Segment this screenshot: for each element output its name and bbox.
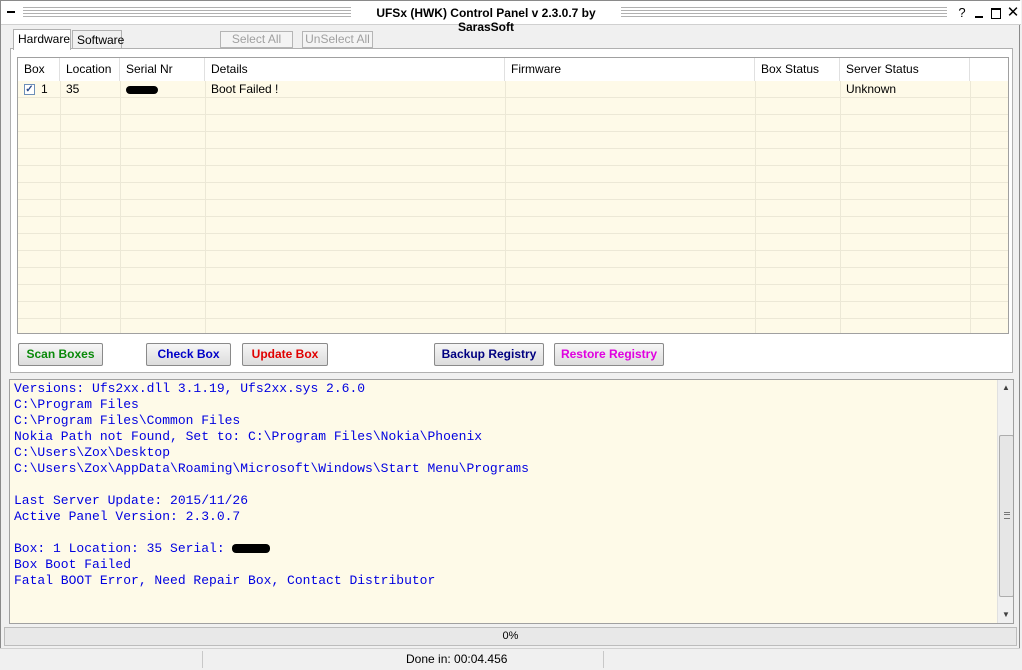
cell-details: Boot Failed ! <box>211 82 279 96</box>
maximize-icon[interactable] <box>988 5 1004 21</box>
log-line: Fatal BOOT Error, Need Repair Box, Conta… <box>14 573 436 588</box>
update-box-button[interactable]: Update Box <box>242 343 328 366</box>
select-all-button[interactable]: Select All <box>220 31 293 48</box>
scan-boxes-button[interactable]: Scan Boxes <box>18 343 103 366</box>
progress-bar: 0% <box>4 627 1017 646</box>
title-stripes-right <box>621 7 947 19</box>
column-header-serial[interactable]: Serial Nr <box>120 58 205 81</box>
redacted-serial <box>232 544 271 554</box>
minimize-icon[interactable] <box>971 5 987 21</box>
empty-row <box>18 200 1008 217</box>
log-line: C:\Users\Zox\Desktop <box>14 445 171 460</box>
scroll-down-icon[interactable]: ▼ <box>998 607 1013 623</box>
log-line: Active Panel Version: 2.3.0.7 <box>14 509 241 524</box>
column-header-firmware[interactable]: Firmware <box>505 58 755 81</box>
system-menu-icon[interactable] <box>6 7 16 17</box>
status-bar: Done in: 00:04.456 <box>0 648 1020 669</box>
log-line: C:\Program Files\Common Files <box>14 413 241 428</box>
column-header-box[interactable]: Box <box>18 58 60 81</box>
log-line: Nokia Path not Found, Set to: C:\Program… <box>14 429 483 444</box>
backup-registry-button[interactable]: Backup Registry <box>434 343 544 366</box>
cell-box: 1 <box>41 82 48 96</box>
scroll-grip-icon <box>1004 512 1010 519</box>
empty-row <box>18 217 1008 234</box>
log-line: C:\Users\Zox\AppData\Roaming\Microsoft\W… <box>14 461 529 476</box>
column-header-location[interactable]: Location <box>60 58 120 81</box>
redacted-serial <box>126 85 158 94</box>
log-line: Box Boot Failed <box>14 557 132 572</box>
help-icon[interactable]: ? <box>954 5 970 21</box>
empty-row <box>18 183 1008 200</box>
empty-row <box>18 302 1008 319</box>
window-title: UFSx (HWK) Control Panel v 2.3.0.7 by Sa… <box>376 6 596 34</box>
scroll-thumb[interactable] <box>999 435 1013 597</box>
box-grid[interactable]: Box Location Serial Nr Details Firmware … <box>17 57 1009 334</box>
progress-label: 0% <box>502 630 519 642</box>
empty-row <box>18 319 1008 333</box>
empty-row <box>18 115 1008 132</box>
empty-row <box>18 251 1008 268</box>
cell-firmware <box>505 81 511 98</box>
log-scrollbar[interactable]: ▲ ▼ <box>997 380 1013 623</box>
empty-row <box>18 234 1008 251</box>
cell-box-status <box>755 81 761 98</box>
title-stripes-left <box>23 7 351 19</box>
empty-row <box>18 132 1008 149</box>
empty-row <box>18 268 1008 285</box>
tab-hardware[interactable]: Hardware <box>13 29 71 50</box>
unselect-all-button[interactable]: UnSelect All <box>302 31 373 48</box>
status-text: Done in: 00:04.456 <box>406 652 508 666</box>
row-checkbox[interactable]: ✓ <box>24 84 35 95</box>
status-divider <box>603 651 604 668</box>
column-header-details[interactable]: Details <box>205 58 505 81</box>
log-line: C:\Program Files <box>14 397 139 412</box>
empty-row <box>18 149 1008 166</box>
cell-location: 35 <box>66 82 80 96</box>
status-divider <box>202 651 203 668</box>
log-line: Box: 1 Location: 35 Serial: <box>14 541 529 557</box>
restore-registry-button[interactable]: Restore Registry <box>554 343 664 366</box>
grid-header: Box Location Serial Nr Details Firmware … <box>18 58 1008 82</box>
grid-body: ✓ 1 35 Boot Failed ! Unknown <box>18 81 1008 333</box>
log-output[interactable]: Versions: Ufs2xx.dll 3.1.19, Ufs2xx.sys … <box>9 379 1014 624</box>
tab-software[interactable]: Software <box>72 30 124 49</box>
title-bar[interactable]: UFSx (HWK) Control Panel v 2.3.0.7 by Sa… <box>1 1 1021 34</box>
table-row[interactable]: ✓ 1 35 Boot Failed ! Unknown <box>18 81 1008 98</box>
empty-row <box>18 166 1008 183</box>
empty-row <box>18 98 1008 115</box>
scroll-up-icon[interactable]: ▲ <box>998 380 1013 396</box>
column-header-server-status[interactable]: Server Status <box>840 58 970 81</box>
cell-server-status: Unknown <box>846 82 897 96</box>
empty-row <box>18 285 1008 302</box>
column-header-box-status[interactable]: Box Status <box>755 58 840 81</box>
close-icon[interactable]: ✕ <box>1005 5 1021 21</box>
log-line: Last Server Update: 2015/11/26 <box>14 493 249 508</box>
cell-serial <box>120 81 158 98</box>
check-box-button[interactable]: Check Box <box>146 343 231 366</box>
log-line: Versions: Ufs2xx.dll 3.1.19, Ufs2xx.sys … <box>14 381 366 396</box>
log-text: Versions: Ufs2xx.dll 3.1.19, Ufs2xx.sys … <box>14 381 529 589</box>
